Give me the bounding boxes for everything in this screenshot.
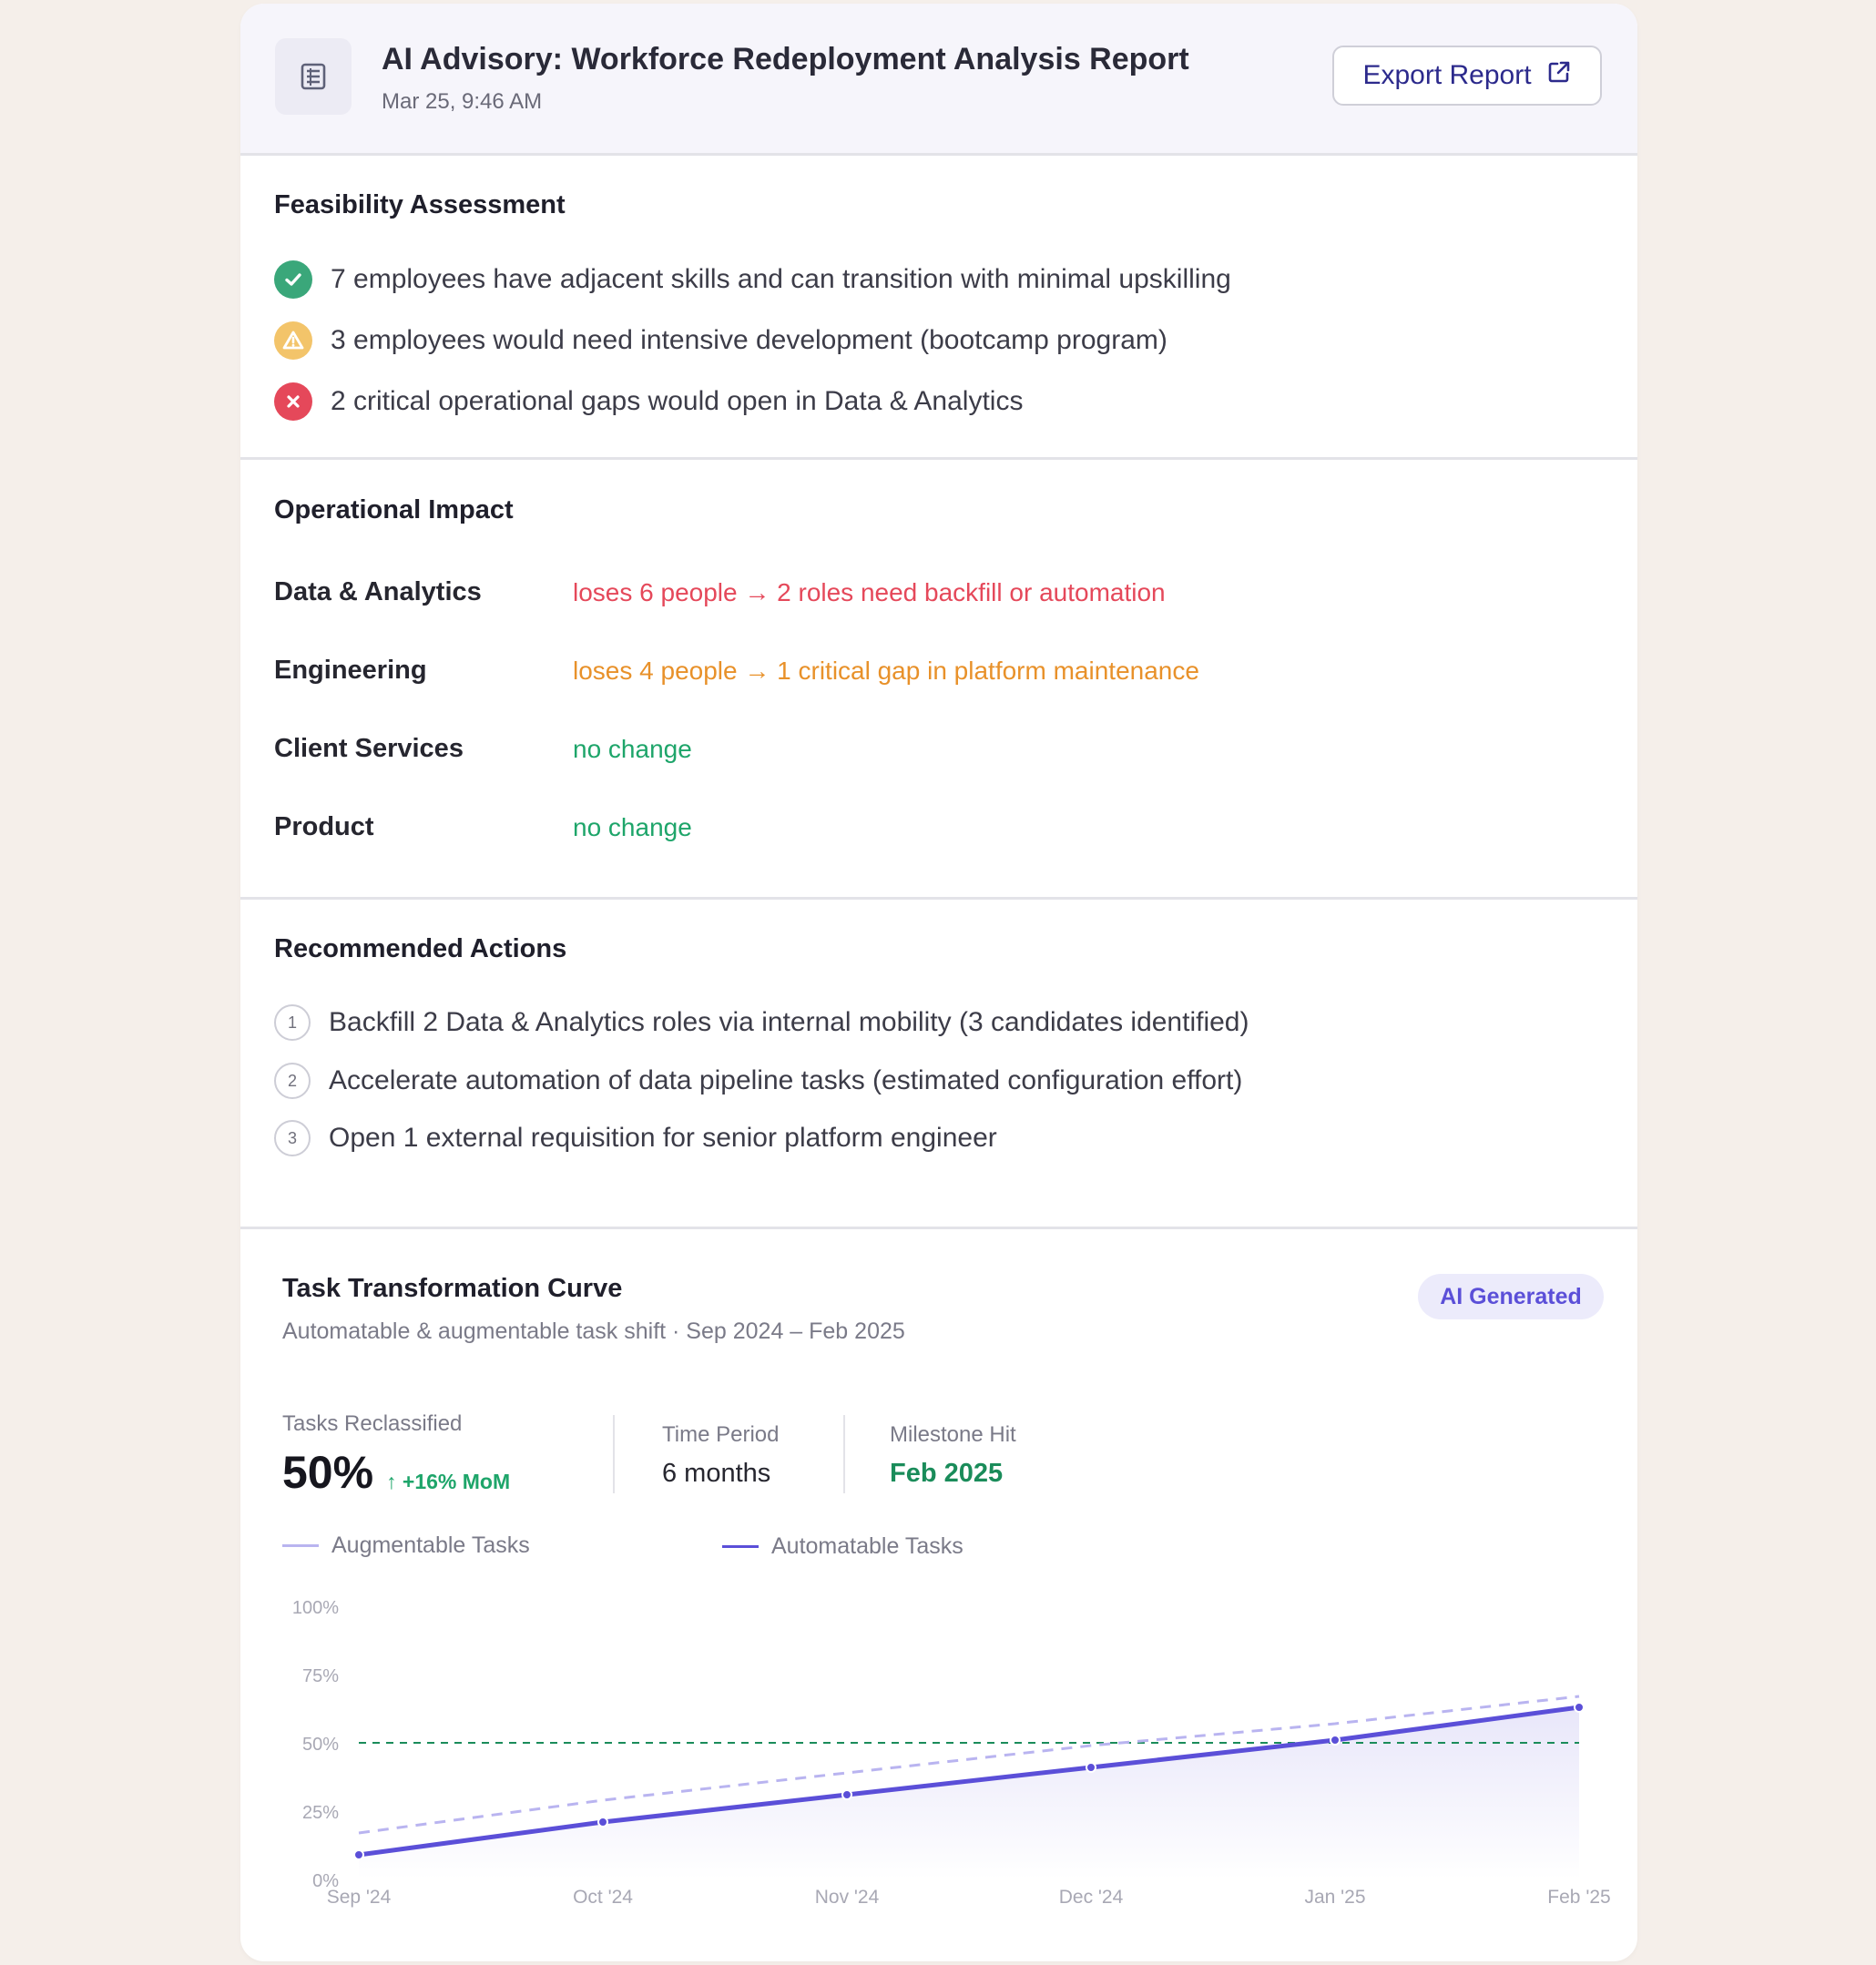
step-number: 2 [274, 1063, 311, 1099]
section-divider [240, 1227, 1637, 1229]
export-report-label: Export Report [1362, 60, 1532, 90]
export-report-button[interactable]: Export Report [1332, 46, 1602, 106]
feasibility-item-text: 2 critical operational gaps would open i… [331, 386, 1024, 416]
section-divider [240, 457, 1637, 460]
task-transformation-chart: 0%25%50%75%100%Sep '24 Oct '24 Nov '24 Dec … [292, 1598, 1611, 1908]
step-number: 1 [274, 1004, 311, 1041]
legend-augmentable: Augmentable Tasks [282, 1532, 530, 1559]
external-link-icon [1546, 59, 1572, 92]
impact-department: Engineering [274, 656, 427, 685]
action-item-text: Accelerate automation of data pipeline t… [329, 1065, 1243, 1095]
chart-subtitle: Automatable & augmentable task shift · S… [282, 1318, 905, 1344]
automatable-data-point [597, 1817, 608, 1828]
milestone-value: Feb 2025 [890, 1459, 1004, 1488]
x-tick-label: Nov '24 [815, 1887, 880, 1908]
feasibility-item-text: 7 employees have adjacent skills and can… [331, 264, 1231, 294]
milestone-label: Milestone Hit [890, 1422, 1016, 1447]
impact-title: Operational Impact [274, 495, 514, 524]
x-tick-label: Dec '24 [1059, 1887, 1124, 1908]
y-tick-label: 25% [302, 1803, 339, 1823]
impact-value: loses 4 people → 1 critical gap in platf… [573, 657, 1199, 685]
x-tick-label: Jan '25 [1304, 1887, 1365, 1908]
x-tick-label: Oct '24 [573, 1887, 633, 1908]
y-tick-label: 100% [292, 1598, 339, 1618]
automatable-data-point [1330, 1735, 1341, 1746]
feasibility-item: 3 employees would need intensive develop… [274, 321, 1167, 360]
report-card: AI Advisory: Workforce Redeployment Anal… [240, 4, 1637, 1961]
y-tick-label: 75% [302, 1666, 339, 1686]
section-divider [240, 897, 1637, 900]
chart-title: Task Transformation Curve [282, 1274, 623, 1303]
stat-divider [843, 1415, 845, 1493]
automatable-data-point [1574, 1702, 1585, 1713]
x-tick-label: Sep '24 [327, 1887, 392, 1908]
stat-divider [613, 1415, 615, 1493]
mom-delta: ↑ +16% MoM [386, 1470, 511, 1493]
legend-swatch [282, 1544, 319, 1547]
feasibility-item: 7 employees have adjacent skills and can… [274, 260, 1231, 299]
action-item-text: Backfill 2 Data & Analytics roles via in… [329, 1007, 1249, 1037]
check-icon [274, 260, 312, 299]
legend-swatch [722, 1545, 759, 1548]
ai-generated-badge: AI Generated [1418, 1274, 1604, 1319]
automatable-data-point [841, 1789, 852, 1800]
warning-icon [274, 321, 312, 360]
y-tick-label: 50% [302, 1735, 339, 1755]
impact-value: loses 6 people → 2 roles need backfill o… [573, 578, 1166, 606]
action-item: 1 Backfill 2 Data & Analytics roles via … [274, 1004, 1249, 1041]
impact-value: no change [573, 735, 692, 763]
action-item: 3 Open 1 external requisition for senior… [274, 1120, 997, 1156]
x-tick-label: Feb '25 [1547, 1887, 1610, 1908]
legend-automatable: Automatable Tasks [722, 1533, 963, 1560]
report-date: Mar 25, 9:46 AM [382, 89, 543, 114]
time-period-value: 6 months [662, 1459, 771, 1488]
report-header: AI Advisory: Workforce Redeployment Anal… [240, 4, 1637, 156]
impact-department: Client Services [274, 734, 464, 763]
document-icon [275, 38, 352, 115]
impact-department: Product [274, 812, 374, 841]
step-number: 3 [274, 1120, 311, 1156]
feasibility-title: Feasibility Assessment [274, 190, 566, 219]
tasks-reclassified-value: 50% [282, 1447, 374, 1498]
feasibility-item: 2 critical operational gaps would open i… [274, 382, 1023, 421]
actions-title: Recommended Actions [274, 934, 567, 963]
action-item-text: Open 1 external requisition for senior p… [329, 1123, 997, 1153]
legend-label: Augmentable Tasks [331, 1532, 530, 1558]
time-period-label: Time Period [662, 1422, 780, 1447]
error-icon [274, 382, 312, 421]
action-item: 2 Accelerate automation of data pipeline… [274, 1063, 1242, 1099]
feasibility-item-text: 3 employees would need intensive develop… [331, 325, 1167, 355]
automatable-data-point [1086, 1762, 1096, 1773]
impact-department: Data & Analytics [274, 577, 482, 606]
impact-value: no change [573, 813, 692, 841]
tasks-reclassified-label: Tasks Reclassified [282, 1411, 463, 1436]
legend-label: Automatable Tasks [771, 1533, 963, 1559]
report-title: AI Advisory: Workforce Redeployment Anal… [382, 42, 1189, 76]
automatable-data-point [353, 1849, 364, 1860]
